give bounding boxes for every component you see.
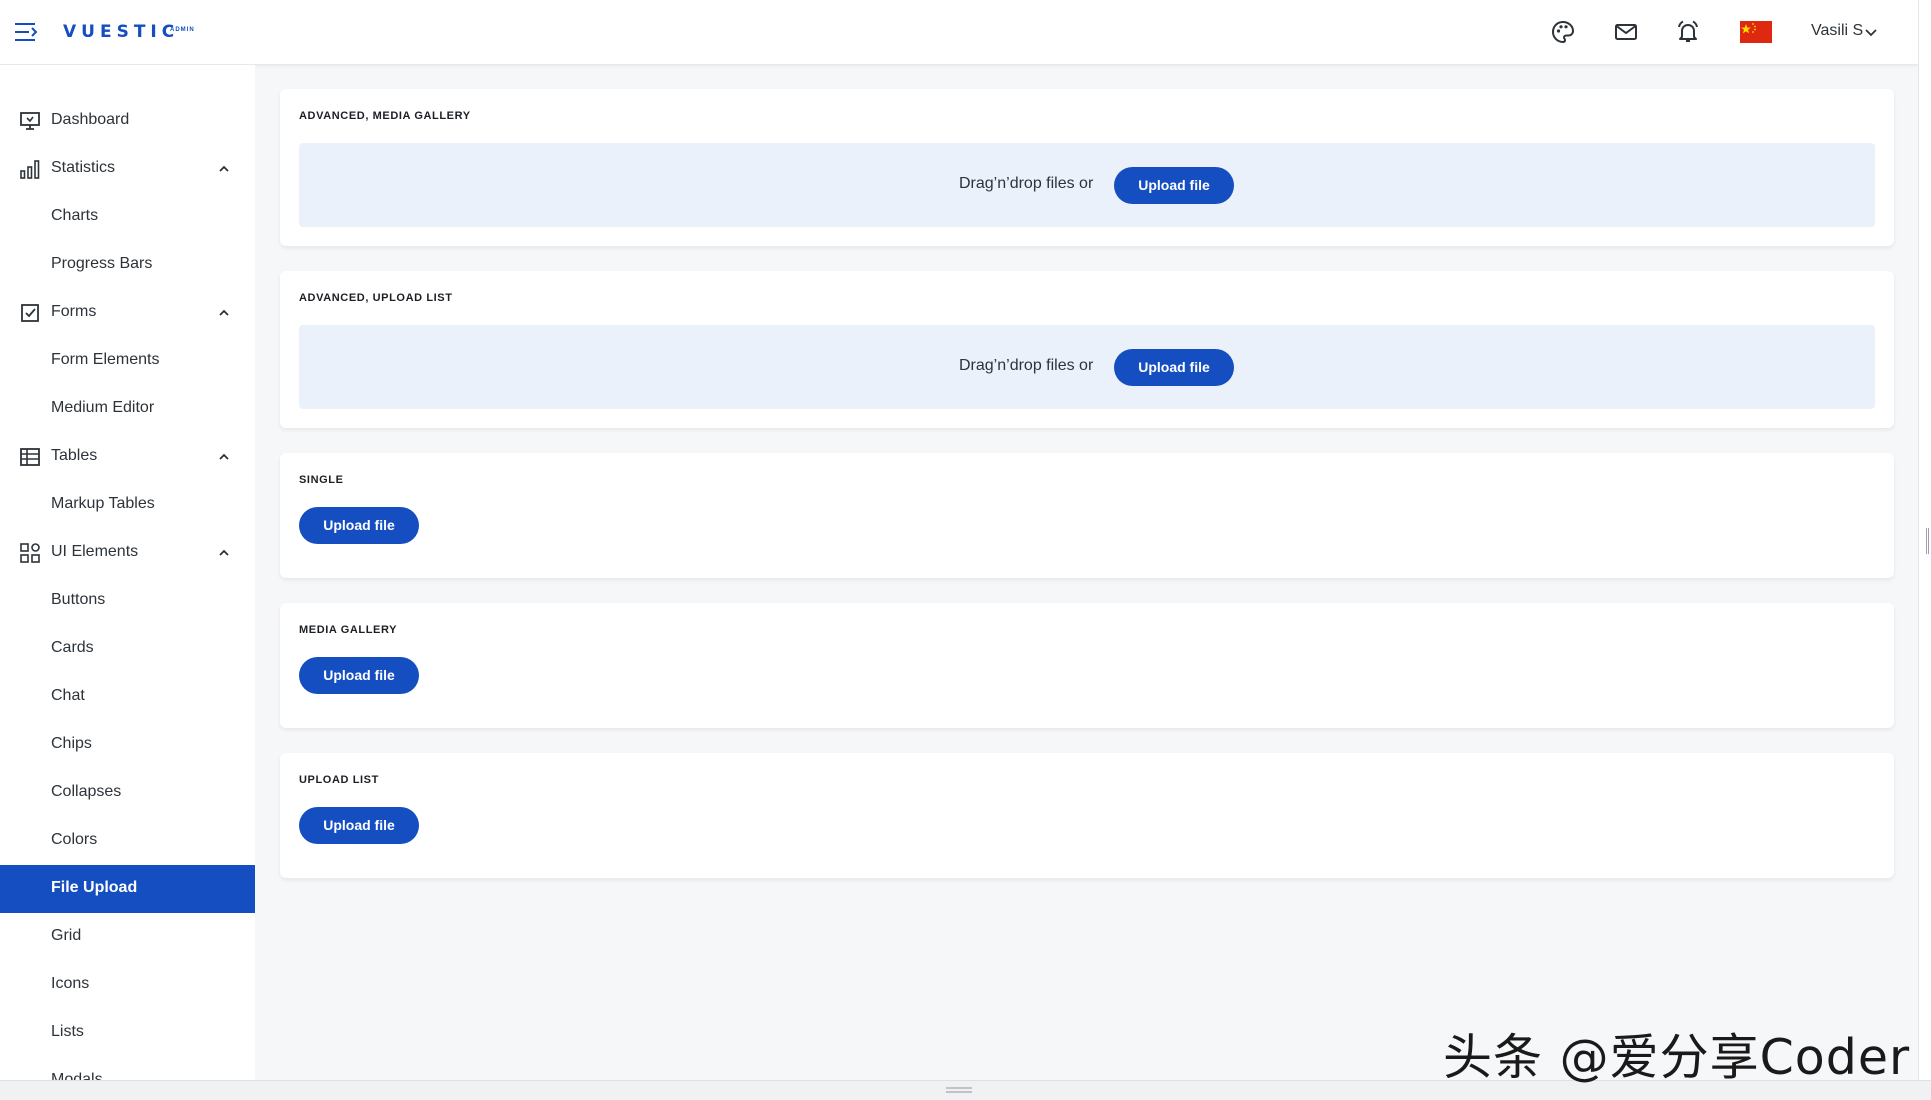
bar-chart-icon bbox=[20, 160, 40, 179]
chevron-up-icon bbox=[219, 165, 229, 172]
chevron-up-icon bbox=[219, 453, 229, 460]
menu-toggle-icon[interactable] bbox=[15, 22, 39, 42]
sidebar-item-form-elements[interactable]: Form Elements bbox=[0, 337, 255, 385]
table-icon bbox=[20, 448, 40, 466]
card-title: ADVANCED, MEDIA GALLERY bbox=[299, 110, 471, 122]
file-dropzone[interactable]: Drag’n’drop files or Upload file bbox=[299, 143, 1875, 227]
window-right-edge bbox=[1918, 0, 1931, 1080]
chevron-up-icon bbox=[219, 309, 229, 316]
sidebar-item-label: Collapses bbox=[51, 783, 122, 800]
card-title: UPLOAD LIST bbox=[299, 774, 379, 786]
file-dropzone[interactable]: Drag’n’drop files or Upload file bbox=[299, 325, 1875, 409]
sidebar-item-label: Chips bbox=[51, 735, 92, 752]
sidebar-item-label: Grid bbox=[51, 927, 82, 944]
sidebar-item-statistics[interactable]: Statistics bbox=[0, 145, 255, 193]
sidebar-item-label: Tables bbox=[51, 447, 98, 464]
sidebar-item-label: Progress Bars bbox=[51, 255, 153, 272]
brand-logo-sub: ADMIN bbox=[170, 27, 195, 33]
sidebar: Dashboard Statistics Charts Progress Bar… bbox=[0, 65, 255, 1080]
chevron-up-icon bbox=[219, 549, 229, 556]
sidebar-item-dashboard[interactable]: Dashboard bbox=[0, 97, 255, 145]
sidebar-item-lists[interactable]: Lists bbox=[0, 1009, 255, 1057]
sidebar-item-label: UI Elements bbox=[51, 543, 139, 560]
upload-card-upload-list: UPLOAD LIST Upload file bbox=[280, 753, 1894, 878]
upload-card-advanced-media-gallery: ADVANCED, MEDIA GALLERY Drag’n’drop file… bbox=[280, 89, 1894, 246]
mail-icon[interactable] bbox=[1612, 18, 1640, 46]
chevron-down-icon[interactable] bbox=[1864, 27, 1878, 39]
dropzone-text: Drag’n’drop files or bbox=[959, 175, 1094, 192]
palette-icon[interactable] bbox=[1549, 18, 1577, 46]
sidebar-item-label: File Upload bbox=[51, 879, 138, 896]
sidebar-item-label: Statistics bbox=[51, 159, 116, 176]
dropzone-text: Drag’n’drop files or bbox=[959, 357, 1094, 374]
grid-shapes-icon bbox=[20, 543, 40, 563]
brand-logo[interactable]: VUESTIC bbox=[63, 22, 179, 42]
sidebar-item-label: Markup Tables bbox=[51, 495, 155, 512]
upload-file-button[interactable]: Upload file bbox=[299, 807, 419, 844]
resize-handle-icon[interactable] bbox=[1926, 528, 1929, 554]
sidebar-item-label: Medium Editor bbox=[51, 399, 155, 416]
sidebar-item-grid[interactable]: Grid bbox=[0, 913, 255, 961]
upload-file-button[interactable]: Upload file bbox=[299, 657, 419, 694]
sidebar-item-label: Buttons bbox=[51, 591, 106, 608]
sidebar-item-charts[interactable]: Charts bbox=[0, 193, 255, 241]
sidebar-item-label: Lists bbox=[51, 1023, 84, 1040]
sidebar-item-chat[interactable]: Chat bbox=[0, 673, 255, 721]
sidebar-item-forms[interactable]: Forms bbox=[0, 289, 255, 337]
sidebar-item-label: Modals bbox=[51, 1071, 103, 1080]
upload-card-media-gallery: MEDIA GALLERY Upload file bbox=[280, 603, 1894, 728]
sidebar-item-ui-elements[interactable]: UI Elements bbox=[0, 529, 255, 577]
top-navbar: VUESTIC ADMIN Vasili S bbox=[0, 0, 1918, 65]
sidebar-item-modals[interactable]: Modals bbox=[0, 1057, 255, 1080]
sidebar-item-label: Cards bbox=[51, 639, 94, 656]
sidebar-item-chips[interactable]: Chips bbox=[0, 721, 255, 769]
card-title: MEDIA GALLERY bbox=[299, 624, 398, 636]
sidebar-item-icons[interactable]: Icons bbox=[0, 961, 255, 1009]
sidebar-item-label: Dashboard bbox=[51, 111, 130, 128]
sidebar-item-medium-editor[interactable]: Medium Editor bbox=[0, 385, 255, 433]
sidebar-item-label: Form Elements bbox=[51, 351, 160, 368]
bell-icon[interactable] bbox=[1674, 18, 1702, 46]
sidebar-item-tables[interactable]: Tables bbox=[0, 433, 255, 481]
sidebar-item-label: Forms bbox=[51, 303, 97, 320]
card-title: ADVANCED, UPLOAD LIST bbox=[299, 292, 453, 304]
user-menu-name[interactable]: Vasili S bbox=[1811, 22, 1863, 40]
watermark-text: 头条 @爱分享Coder bbox=[1443, 1029, 1911, 1086]
sidebar-item-file-upload[interactable]: File Upload bbox=[0, 865, 255, 913]
sidebar-item-cards[interactable]: Cards bbox=[0, 625, 255, 673]
sidebar-item-markup-tables[interactable]: Markup Tables bbox=[0, 481, 255, 529]
upload-file-button[interactable]: Upload file bbox=[1114, 167, 1234, 204]
sidebar-item-label: Colors bbox=[51, 831, 98, 848]
sidebar-item-label: Icons bbox=[51, 975, 90, 992]
checkbox-icon bbox=[21, 304, 39, 322]
sidebar-item-progress-bars[interactable]: Progress Bars bbox=[0, 241, 255, 289]
sidebar-item-colors[interactable]: Colors bbox=[0, 817, 255, 865]
upload-file-button[interactable]: Upload file bbox=[1114, 349, 1234, 386]
upload-card-single: SINGLE Upload file bbox=[280, 453, 1894, 578]
monitor-icon bbox=[20, 112, 40, 130]
upload-file-button[interactable]: Upload file bbox=[299, 507, 419, 544]
sidebar-item-buttons[interactable]: Buttons bbox=[0, 577, 255, 625]
sidebar-item-label: Charts bbox=[51, 207, 99, 224]
china-flag-icon[interactable] bbox=[1740, 21, 1772, 43]
sidebar-item-label: Chat bbox=[51, 687, 85, 704]
grip-icon[interactable] bbox=[946, 1087, 972, 1093]
upload-card-advanced-upload-list: ADVANCED, UPLOAD LIST Drag’n’drop files … bbox=[280, 271, 1894, 428]
card-title: SINGLE bbox=[299, 474, 344, 486]
sidebar-item-collapses[interactable]: Collapses bbox=[0, 769, 255, 817]
